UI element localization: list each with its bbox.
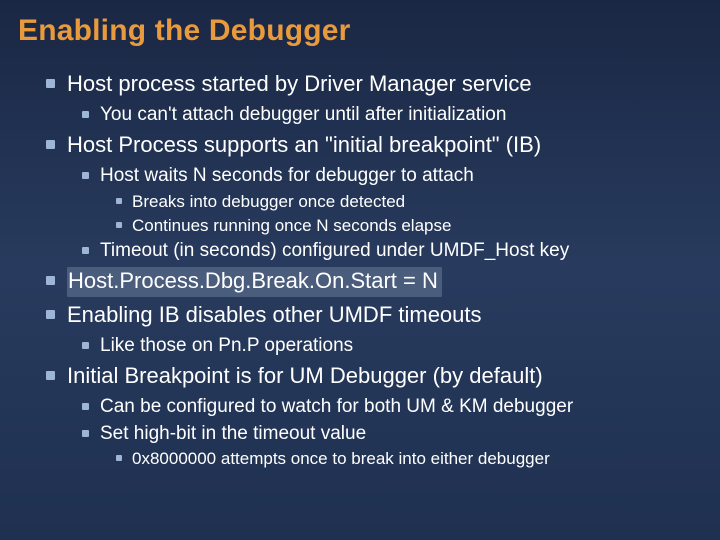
bullet-text-highlight: Host.Process.Dbg.Break.On.Start = N	[67, 267, 442, 297]
bullet-l2: Host waits N seconds for debugger to att…	[82, 164, 720, 189]
bullet-icon	[46, 140, 55, 149]
bullet-l2: Like those on Pn.P operations	[82, 334, 720, 359]
bullet-l1: Enabling IB disables other UMDF timeouts	[46, 301, 720, 330]
bullet-text: Timeout (in seconds) configured under UM…	[100, 239, 569, 264]
bullet-l1: Host Process supports an "initial breakp…	[46, 131, 720, 160]
bullet-text: Enabling IB disables other UMDF timeouts	[67, 301, 482, 330]
bullet-text: Can be configured to watch for both UM &…	[100, 395, 573, 420]
bullet-icon	[46, 371, 55, 380]
bullet-l3: 0x8000000 attempts once to break into ei…	[116, 448, 720, 470]
bullet-text: 0x8000000 attempts once to break into ei…	[132, 448, 550, 470]
bullet-text: Host waits N seconds for debugger to att…	[100, 164, 474, 189]
slide-content: Host process started by Driver Manager s…	[0, 48, 720, 470]
bullet-icon	[46, 79, 55, 88]
slide: Enabling the Debugger Host process start…	[0, 0, 720, 540]
bullet-text: Host Process supports an "initial breakp…	[67, 131, 541, 160]
bullet-icon	[82, 403, 89, 410]
bullet-icon	[116, 198, 122, 204]
bullet-l2: You can't attach debugger until after in…	[82, 103, 720, 128]
bullet-text: Breaks into debugger once detected	[132, 191, 405, 213]
bullet-icon	[116, 222, 122, 228]
bullet-l1: Host process started by Driver Manager s…	[46, 70, 720, 99]
bullet-text: Continues running once N seconds elapse	[132, 215, 451, 237]
bullet-icon	[46, 310, 55, 319]
bullet-icon	[82, 342, 89, 349]
bullet-l2: Timeout (in seconds) configured under UM…	[82, 239, 720, 264]
bullet-l3: Continues running once N seconds elapse	[116, 215, 720, 237]
bullet-l3: Breaks into debugger once detected	[116, 191, 720, 213]
bullet-icon	[46, 276, 55, 285]
bullet-l1: Initial Breakpoint is for UM Debugger (b…	[46, 362, 720, 391]
bullet-text: Like those on Pn.P operations	[100, 334, 353, 359]
bullet-icon	[116, 455, 122, 461]
bullet-text: You can't attach debugger until after in…	[100, 103, 506, 128]
bullet-icon	[82, 247, 89, 254]
bullet-text: Initial Breakpoint is for UM Debugger (b…	[67, 362, 543, 391]
bullet-icon	[82, 430, 89, 437]
slide-title: Enabling the Debugger	[0, 0, 720, 48]
bullet-icon	[82, 111, 89, 118]
bullet-text: Host process started by Driver Manager s…	[67, 70, 532, 99]
bullet-l2: Can be configured to watch for both UM &…	[82, 395, 720, 420]
bullet-text: Set high-bit in the timeout value	[100, 422, 366, 447]
bullet-l1: Host.Process.Dbg.Break.On.Start = N	[46, 267, 720, 297]
bullet-icon	[82, 172, 89, 179]
bullet-l2: Set high-bit in the timeout value	[82, 422, 720, 447]
